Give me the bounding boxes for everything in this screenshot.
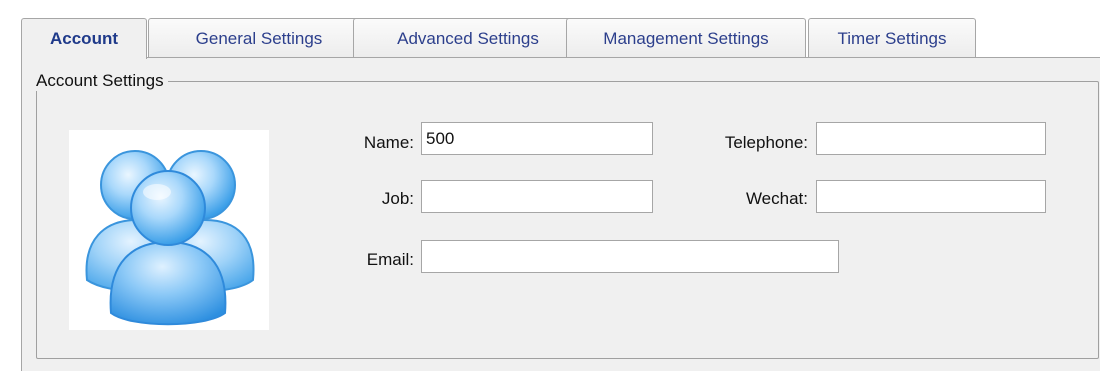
users-group-icon [69, 130, 269, 330]
tab-account[interactable]: Account [21, 18, 147, 59]
tab-general-settings[interactable]: General Settings [148, 18, 370, 58]
tab-timer-settings[interactable]: Timer Settings [808, 18, 976, 58]
name-input[interactable] [421, 122, 653, 155]
name-label: Name: [363, 133, 414, 152]
account-settings-group-title: Account Settings [34, 71, 168, 91]
job-label: Job: [381, 189, 414, 208]
wechat-input[interactable] [816, 180, 1046, 213]
tab-management-settings[interactable]: Management Settings [566, 18, 806, 58]
wechat-label: Wechat: [745, 189, 808, 208]
job-input[interactable] [421, 180, 653, 213]
telephone-input[interactable] [816, 122, 1046, 155]
tab-advanced-settings[interactable]: Advanced Settings [353, 18, 583, 58]
settings-window: Account General Settings Advanced Settin… [0, 0, 1100, 371]
email-input[interactable] [421, 240, 839, 273]
email-label: Email: [366, 250, 414, 269]
telephone-label: Telephone: [724, 133, 808, 152]
